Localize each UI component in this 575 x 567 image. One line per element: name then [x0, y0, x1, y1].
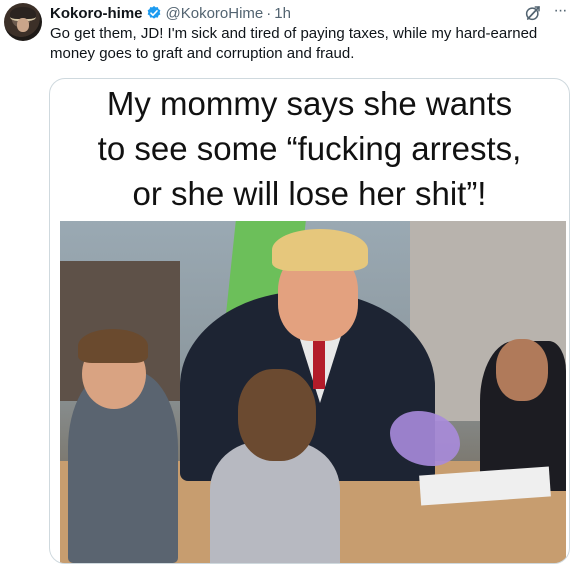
meme-photo — [60, 221, 566, 563]
tweet-media-image[interactable]: My mommy says she wants to see some “fuc… — [49, 78, 570, 564]
meme-caption-line-3: or she will lose her shit”! — [132, 175, 487, 212]
photo-man-tie — [313, 339, 325, 389]
tweet-text-line-2: money goes to graft and corruption and f… — [50, 45, 355, 62]
tweet[interactable]: Kokoro-hime @KokoroHime · 1h ··· Go get … — [0, 0, 575, 567]
meme-caption: My mommy says she wants to see some “fuc… — [50, 81, 569, 216]
grok-icon[interactable] — [524, 4, 542, 22]
tweet-text-line-1: Go get them, JD! I'm sick and tired of p… — [50, 25, 538, 42]
tweet-text: Go get them, JD! I'm sick and tired of p… — [50, 24, 565, 64]
tweet-header: Kokoro-hime @KokoroHime · 1h — [50, 3, 291, 23]
author-name[interactable]: Kokoro-hime — [50, 5, 143, 22]
photo-girl-head — [238, 369, 316, 461]
more-options-icon[interactable]: ··· — [551, 1, 569, 21]
verified-badge-icon[interactable] — [146, 5, 162, 21]
tweet-time[interactable]: 1h — [274, 5, 291, 22]
photo-girl2-face — [496, 339, 548, 401]
photo-boy-hair — [78, 329, 148, 363]
avatar[interactable] — [4, 3, 42, 41]
separator-dot: · — [266, 4, 272, 22]
meme-caption-line-1: My mommy says she wants — [106, 85, 513, 122]
photo-man-hair — [272, 229, 368, 271]
author-handle[interactable]: @KokoroHime — [166, 5, 264, 22]
avatar-face — [17, 18, 29, 32]
meme-caption-line-2: to see some “fucking arrests, — [97, 130, 522, 167]
